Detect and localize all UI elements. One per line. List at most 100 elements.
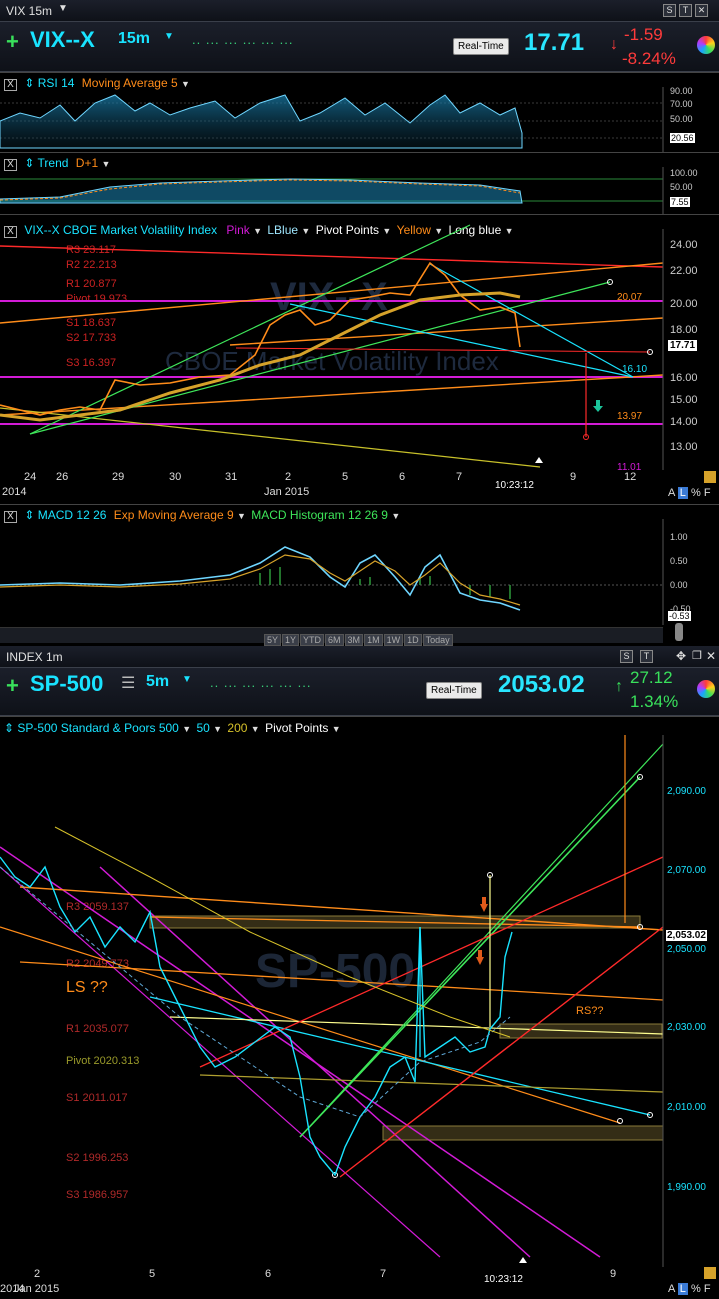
date-label: 6 — [399, 471, 406, 483]
scale-log[interactable]: L — [677, 1283, 688, 1295]
tf-1d[interactable]: 1D — [404, 634, 422, 646]
up-arrow-icon: ↑ — [615, 678, 623, 695]
scale-log[interactable]: L — [677, 487, 688, 499]
scale-fit[interactable]: F — [704, 1283, 711, 1295]
tf-3m[interactable]: 3M — [344, 634, 364, 646]
tf-1y[interactable]: 1Y — [282, 634, 300, 646]
spx-symbol[interactable]: SP-500 — [30, 671, 103, 697]
restore-icon[interactable]: ❐ — [692, 649, 702, 662]
pivot-r3: R3 2059.137 — [66, 901, 129, 913]
scale-percent[interactable]: % — [691, 1283, 701, 1295]
rsi-tick: 70.00 — [670, 99, 693, 109]
spx-tick: 2,050.00 — [667, 944, 706, 955]
tf-ytd[interactable]: YTD — [300, 634, 325, 646]
macd-tick: 1.00 — [670, 532, 688, 542]
pivot-s2: S2 17.733 — [66, 332, 116, 344]
spx-window-title[interactable]: INDEX 1m — [6, 650, 63, 664]
chevron-down-icon[interactable]: ▼ — [58, 3, 68, 14]
pencil-icon[interactable] — [704, 1267, 716, 1279]
symbol-link-icon[interactable]: S — [663, 4, 676, 17]
current-time: 10:23:12 — [484, 1274, 523, 1285]
vix-symbol-bar: + VIX--X 15m ▼ .. ... ... ... ... ... Re… — [0, 22, 719, 72]
rsi-panel: X ⇕ RSI 14 Moving Average 5 ▼ 90.00 70.0… — [0, 72, 719, 153]
pivot-s1: S1 18.637 — [66, 317, 116, 329]
realtime-button[interactable]: Real-Time — [426, 682, 482, 699]
vix-toolbar-dots[interactable]: .. ... ... ... ... ... — [192, 32, 293, 47]
scale-auto[interactable]: A — [668, 487, 675, 499]
spx-price: 2053.02 — [498, 671, 585, 698]
vix-price: 17.71 — [524, 29, 585, 56]
pencil-icon[interactable] — [704, 471, 716, 483]
list-icon[interactable]: ☰ — [121, 673, 135, 693]
vix-tick: 16.00 — [670, 372, 698, 384]
template-icon[interactable]: T — [640, 650, 653, 663]
vix-tick: 22.00 — [670, 265, 698, 277]
move-icon[interactable]: ✥ — [676, 649, 686, 663]
template-icon[interactable]: T — [679, 4, 692, 17]
vix-tick: 14.00 — [670, 416, 698, 428]
color-palette-icon[interactable] — [697, 680, 715, 698]
label-16-10: 16.10 — [622, 364, 648, 375]
tf-1w[interactable]: 1W — [383, 634, 404, 646]
vix-window-titlebar: VIX 15m ▼ S T ✕ — [0, 0, 719, 22]
scrollbar[interactable]: 5Y 1Y YTD 6M 3M 1M 1W 1D Today — [0, 627, 663, 646]
tf-5y[interactable]: 5Y — [264, 634, 282, 646]
tf-1m[interactable]: 1M — [364, 634, 383, 646]
vix-tick: 18.00 — [670, 324, 698, 336]
spx-main-panel: ⇕ SP-500 Standard & Poors 500 ▼ 50 ▼ 200… — [0, 716, 719, 1299]
add-icon[interactable]: + — [6, 673, 19, 699]
date-label: 29 — [112, 471, 125, 483]
rs-annotation: RS?? — [576, 1005, 604, 1017]
spx-tick: 2,090.00 — [667, 786, 706, 797]
resize-handle[interactable] — [675, 623, 683, 641]
month-label: Jan 2015 — [264, 486, 310, 498]
current-time: 10:23:12 — [495, 480, 534, 491]
month-label: Jan 2015 — [14, 1283, 60, 1295]
realtime-button[interactable]: Real-Time — [453, 38, 509, 55]
spx-watermark: SP-500 — [255, 945, 415, 998]
symbol-link-icon[interactable]: S — [620, 650, 633, 663]
date-label: 5 — [342, 471, 349, 483]
pivot-s3: S3 1986.957 — [66, 1189, 128, 1201]
macd-tick: 0.50 — [670, 556, 688, 566]
spx-toolbar-dots[interactable]: .. ... ... ... ... ... — [210, 675, 311, 690]
scale-percent[interactable]: % — [691, 487, 701, 499]
close-icon[interactable]: ✕ — [695, 4, 708, 17]
pivot-s3: S3 16.397 — [66, 357, 116, 369]
spx-tick: 1,990.00 — [667, 1182, 706, 1193]
date-label: 31 — [225, 471, 238, 483]
color-palette-icon[interactable] — [697, 36, 715, 54]
date-label: 30 — [169, 471, 182, 483]
spx-change-pct: 1.34% — [630, 692, 679, 711]
vix-window-title[interactable]: VIX 15m — [6, 4, 52, 18]
rsi-chart — [0, 87, 664, 153]
macd-panel: X ⇕ MACD 12 26 Exp Moving Average 9 ▼ MA… — [0, 504, 719, 646]
vix-interval[interactable]: 15m — [118, 30, 150, 48]
vix-tick: 24.00 — [670, 239, 698, 251]
add-icon[interactable]: + — [6, 29, 19, 55]
year-label: 2014 — [2, 486, 27, 498]
scale-auto[interactable]: A — [668, 1283, 675, 1295]
tf-6m[interactable]: 6M — [325, 634, 344, 646]
pivot-r1: R1 2035.077 — [66, 1023, 129, 1035]
spx-symbol-bar: + SP-500 ☰ 5m ▼ .. ... ... ... ... ... R… — [0, 668, 719, 716]
close-icon[interactable]: ✕ — [706, 649, 716, 663]
scale-fit[interactable]: F — [704, 487, 711, 499]
pivot-r1: R1 20.877 — [66, 278, 117, 290]
date-label: 2 — [34, 1268, 41, 1280]
chevron-down-icon[interactable]: ▼ — [182, 674, 192, 685]
chevron-down-icon[interactable]: ▼ — [164, 31, 174, 42]
pivot-line: Pivot 19.973 — [66, 293, 127, 305]
vix-tick: 20.00 — [670, 298, 698, 310]
tf-today[interactable]: Today — [422, 634, 453, 646]
date-label: 12 — [624, 471, 637, 483]
scale-toggles: A L % F — [668, 487, 711, 499]
vix-tick: 15.00 — [670, 394, 698, 406]
vix-symbol[interactable]: VIX--X — [30, 27, 95, 53]
spx-tick: 2,030.00 — [667, 1022, 706, 1033]
macd-tick: 0.00 — [670, 580, 688, 590]
vix-main-panel: X VIX--X CBOE Market Volatility Index Pi… — [0, 214, 719, 504]
spx-change: 27.12 — [630, 668, 673, 687]
spx-interval[interactable]: 5m — [146, 673, 169, 691]
label-13-97: 13.97 — [617, 411, 643, 422]
